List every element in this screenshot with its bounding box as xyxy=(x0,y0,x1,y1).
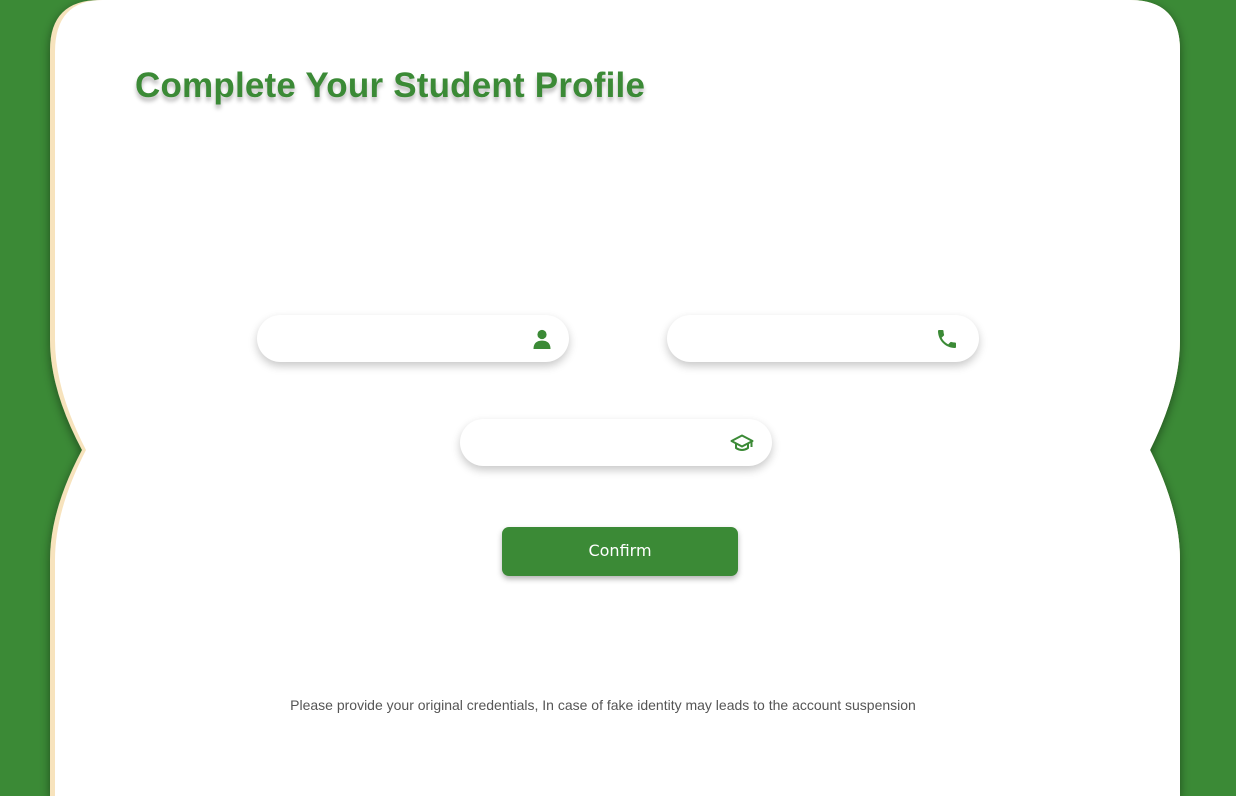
phone-input[interactable] xyxy=(667,315,939,362)
name-field[interactable] xyxy=(257,315,569,362)
profile-card xyxy=(50,0,1180,796)
page-title: Complete Your Student Profile xyxy=(135,66,646,105)
confirm-button[interactable]: Confirm xyxy=(502,527,738,576)
phone-icon xyxy=(938,330,956,348)
name-input[interactable] xyxy=(257,315,529,362)
phone-field[interactable] xyxy=(667,315,979,362)
credentials-notice: Please provide your original credentials… xyxy=(290,697,916,713)
graduation-cap-icon xyxy=(730,434,754,451)
education-field[interactable] xyxy=(460,419,772,466)
card-body xyxy=(55,0,1180,796)
person-icon xyxy=(533,329,551,349)
education-input[interactable] xyxy=(460,419,732,466)
